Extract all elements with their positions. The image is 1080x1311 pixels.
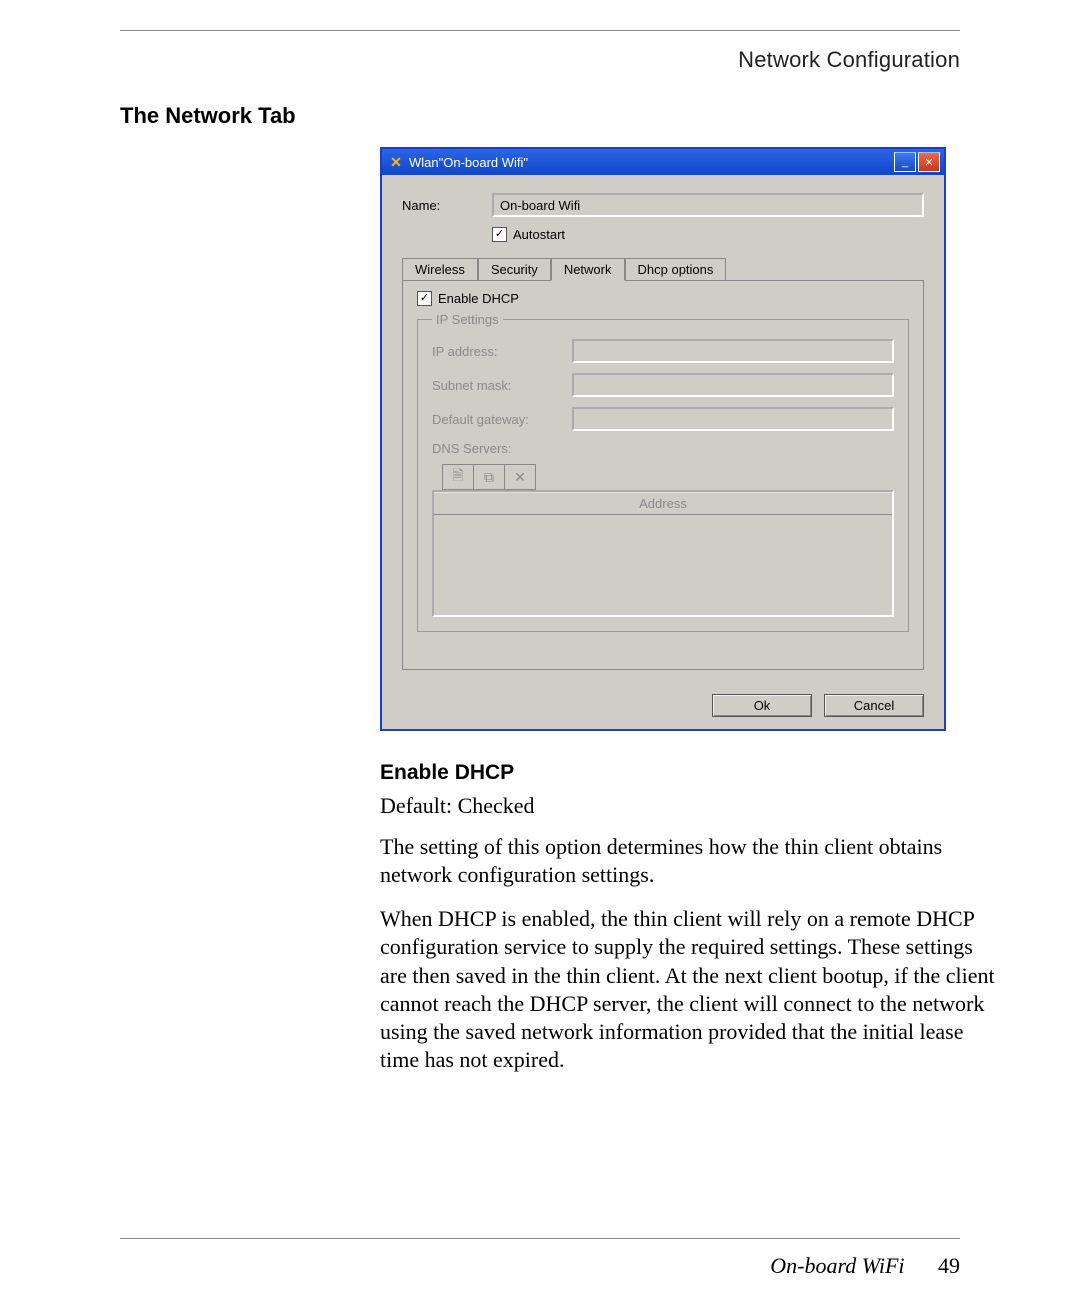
window-title: Wlan"On-board Wifi": [409, 155, 894, 170]
autostart-label: Autostart: [513, 227, 565, 242]
dns-table-body: [434, 515, 892, 615]
dns-table[interactable]: Address: [432, 490, 894, 617]
default-value-line: Default: Checked: [380, 793, 995, 819]
footer-doc-title: On-board WiFi: [770, 1253, 904, 1278]
close-icon: ✕: [924, 156, 933, 169]
footer-page-number: 49: [938, 1253, 960, 1278]
dns-new-button[interactable]: 🗎: [442, 464, 474, 490]
page-footer: On-board WiFi 49: [770, 1253, 960, 1279]
wlan-config-window: ✕ Wlan"On-board Wifi" _ ✕ Name: On-board…: [380, 147, 946, 731]
autostart-checkbox[interactable]: ✓: [492, 227, 507, 242]
section-heading: The Network Tab: [120, 103, 960, 129]
delete-x-icon: ✕: [514, 469, 526, 486]
tab-dhcp-options[interactable]: Dhcp options: [625, 258, 727, 280]
dns-table-header: Address: [434, 492, 892, 515]
dns-servers-label: DNS Servers:: [432, 441, 894, 456]
subnet-mask-input[interactable]: [572, 373, 894, 397]
check-icon: ✓: [420, 293, 429, 304]
ip-settings-legend: IP Settings: [432, 312, 503, 327]
enable-dhcp-label: Enable DHCP: [438, 291, 519, 306]
paragraph-1: The setting of this option determines ho…: [380, 833, 995, 889]
enable-dhcp-checkbox[interactable]: ✓: [417, 291, 432, 306]
tab-network[interactable]: Network: [551, 258, 625, 281]
name-label: Name:: [402, 198, 492, 213]
copy-icon: ⧉: [484, 469, 494, 486]
check-icon: ✓: [495, 229, 504, 240]
ip-settings-group: IP Settings IP address: Subnet mask: Def…: [417, 312, 909, 632]
name-input-value: On-board Wifi: [500, 198, 580, 213]
tab-wireless[interactable]: Wireless: [402, 258, 478, 280]
ip-address-input[interactable]: [572, 339, 894, 363]
default-gateway-input[interactable]: [572, 407, 894, 431]
close-button[interactable]: ✕: [918, 152, 940, 172]
ip-address-label: IP address:: [432, 344, 572, 359]
dns-delete-button[interactable]: ✕: [505, 464, 536, 490]
window-titlebar[interactable]: ✕ Wlan"On-board Wifi" _ ✕: [382, 149, 944, 175]
enable-dhcp-heading: Enable DHCP: [380, 761, 995, 785]
name-input[interactable]: On-board Wifi: [492, 193, 924, 217]
ok-button[interactable]: Ok: [712, 694, 812, 717]
minimize-button[interactable]: _: [894, 152, 916, 172]
tab-strip: Wireless Security Network Dhcp options: [402, 256, 924, 281]
subnet-mask-label: Subnet mask:: [432, 378, 572, 393]
minimize-icon: _: [902, 156, 908, 168]
running-head: Network Configuration: [120, 47, 960, 73]
network-tab-panel: ✓ Enable DHCP IP Settings IP address: Su…: [402, 281, 924, 670]
app-x-icon: ✕: [388, 154, 404, 170]
dns-copy-button[interactable]: ⧉: [474, 464, 505, 490]
new-file-icon: 🗎: [452, 465, 463, 489]
default-gateway-label: Default gateway:: [432, 412, 572, 427]
tab-security[interactable]: Security: [478, 258, 551, 280]
cancel-button[interactable]: Cancel: [824, 694, 924, 717]
paragraph-2: When DHCP is enabled, the thin client wi…: [380, 905, 995, 1074]
